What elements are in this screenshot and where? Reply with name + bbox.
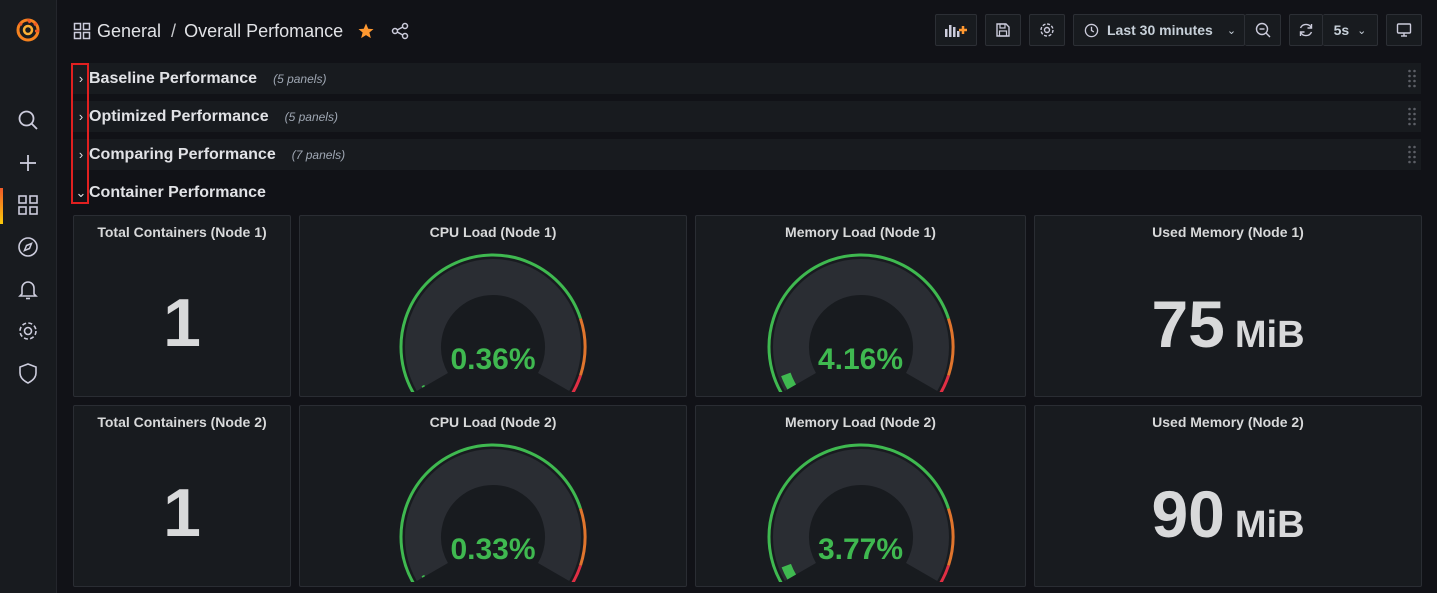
refresh-icon bbox=[1298, 22, 1314, 38]
chevron-down-icon: ⌄ bbox=[1357, 24, 1367, 37]
panel-cpu-load-node2[interactable]: CPU Load (Node 2) 0.33% bbox=[299, 405, 687, 587]
save-icon bbox=[995, 22, 1011, 38]
panel-title: Used Memory (Node 1) bbox=[1152, 224, 1304, 240]
panel-title: CPU Load (Node 2) bbox=[429, 414, 557, 430]
row-title[interactable]: Optimized Performance bbox=[89, 108, 269, 126]
dashboard-settings-button[interactable] bbox=[1029, 14, 1065, 46]
panel-title: Used Memory (Node 2) bbox=[1152, 414, 1304, 430]
row-container-performance[interactable]: ⌄ Container Performance bbox=[73, 177, 1421, 208]
used-memory-unit: MiB bbox=[1234, 314, 1305, 356]
panel-used-memory-node1[interactable]: Used Memory (Node 1) 75 MiB bbox=[1034, 215, 1422, 397]
row-optimized-performance[interactable]: › Optimized Performance (5 panels) bbox=[73, 101, 1421, 132]
highlight-annotation-box bbox=[71, 63, 89, 204]
chevron-down-icon: ⌄ bbox=[1226, 24, 1237, 37]
server-admin-shield-icon[interactable] bbox=[14, 359, 42, 387]
row-title[interactable]: Comparing Performance bbox=[89, 146, 276, 164]
panel-title: Total Containers (Node 2) bbox=[97, 414, 267, 430]
refresh-button[interactable] bbox=[1289, 14, 1323, 46]
refresh-interval-picker[interactable]: 5s ⌄ bbox=[1323, 14, 1378, 46]
gear-icon bbox=[1039, 22, 1055, 38]
sidebar-active-indicator bbox=[0, 188, 3, 224]
stat-value: 1 bbox=[163, 475, 201, 551]
panel-used-memory-node2[interactable]: Used Memory (Node 2) 90 MiB bbox=[1034, 405, 1422, 587]
gauge-value: 0.33% bbox=[450, 533, 536, 566]
add-panel-button[interactable] bbox=[935, 14, 977, 46]
configuration-gear-icon[interactable] bbox=[14, 317, 42, 345]
star-icon[interactable] bbox=[357, 22, 375, 40]
gauge-value-arc bbox=[781, 563, 796, 580]
used-memory-number: 90 bbox=[1151, 477, 1225, 551]
row-panel-count: (7 panels) bbox=[291, 147, 346, 162]
explore-compass-icon[interactable] bbox=[14, 233, 42, 261]
drag-handle-icon[interactable] bbox=[1407, 107, 1417, 127]
used-memory-value: 75 MiB bbox=[1035, 286, 1421, 362]
panel-title: CPU Load (Node 1) bbox=[429, 224, 557, 240]
breadcrumb-folder[interactable]: General bbox=[97, 21, 161, 42]
used-memory-value: 90 MiB bbox=[1035, 476, 1421, 552]
dashboard-title[interactable]: Overall Perfomance bbox=[184, 21, 343, 42]
plus-icon[interactable] bbox=[14, 149, 42, 177]
panel-total-containers-node1[interactable]: Total Containers (Node 1) 1 bbox=[73, 215, 291, 397]
breadcrumb: General / Overall Perfomance bbox=[73, 18, 409, 44]
zoom-out-icon bbox=[1255, 22, 1271, 38]
panel-total-containers-node2[interactable]: Total Containers (Node 2) 1 bbox=[73, 405, 291, 587]
grafana-logo-icon[interactable] bbox=[14, 16, 42, 44]
row-title[interactable]: Baseline Performance bbox=[89, 70, 257, 88]
panel-cpu-load-node1[interactable]: CPU Load (Node 1) 0.36% bbox=[299, 215, 687, 397]
drag-handle-icon[interactable] bbox=[1407, 69, 1417, 89]
row-panel-count: (5 panels) bbox=[273, 71, 327, 86]
dashboard-header: General / Overall Perfomance Last 30 min… bbox=[57, 0, 1437, 62]
add-panel-icon bbox=[944, 22, 968, 38]
panel-title: Total Containers (Node 1) bbox=[97, 224, 267, 240]
time-picker-button[interactable]: Last 30 minutes ⌄ bbox=[1073, 14, 1245, 46]
stat-value: 1 bbox=[163, 285, 201, 361]
row-baseline-performance[interactable]: › Baseline Performance (5 panels) bbox=[73, 63, 1421, 94]
dashboards-icon[interactable] bbox=[14, 191, 42, 219]
monitor-icon bbox=[1396, 22, 1412, 38]
drag-handle-icon[interactable] bbox=[1407, 145, 1417, 165]
panel-title: Memory Load (Node 1) bbox=[785, 224, 936, 240]
gauge-value: 3.77% bbox=[817, 533, 904, 566]
gauge-value-arc bbox=[421, 384, 426, 388]
used-memory-unit: MiB bbox=[1234, 504, 1305, 546]
clock-icon bbox=[1084, 23, 1099, 38]
row-panel-count: (5 panels) bbox=[284, 109, 338, 124]
time-range-label: Last 30 minutes bbox=[1107, 22, 1213, 38]
panel-title: Memory Load (Node 2) bbox=[785, 414, 936, 430]
row-title[interactable]: Container Performance bbox=[89, 184, 266, 202]
used-memory-number: 75 bbox=[1151, 287, 1225, 361]
search-icon[interactable] bbox=[14, 106, 42, 134]
gauge-value-arc bbox=[421, 574, 426, 578]
alerting-bell-icon[interactable] bbox=[14, 275, 42, 303]
row-comparing-performance[interactable]: › Comparing Performance (7 panels) bbox=[73, 139, 1421, 170]
zoom-out-button[interactable] bbox=[1245, 14, 1281, 46]
share-icon[interactable] bbox=[391, 22, 409, 40]
save-dashboard-button[interactable] bbox=[985, 14, 1021, 46]
gauge-value: 0.36% bbox=[450, 343, 536, 376]
dashboard-grid-icon bbox=[73, 22, 91, 40]
refresh-interval-label: 5s bbox=[1333, 22, 1350, 38]
breadcrumb-separator: / bbox=[171, 20, 177, 41]
gauge-value: 4.16% bbox=[817, 343, 904, 376]
view-mode-button[interactable] bbox=[1386, 14, 1422, 46]
panel-memory-load-node2[interactable]: Memory Load (Node 2) 3.77% bbox=[695, 405, 1026, 587]
sidebar bbox=[0, 0, 57, 593]
panel-memory-load-node1[interactable]: Memory Load (Node 1) 4.16% bbox=[695, 215, 1026, 397]
